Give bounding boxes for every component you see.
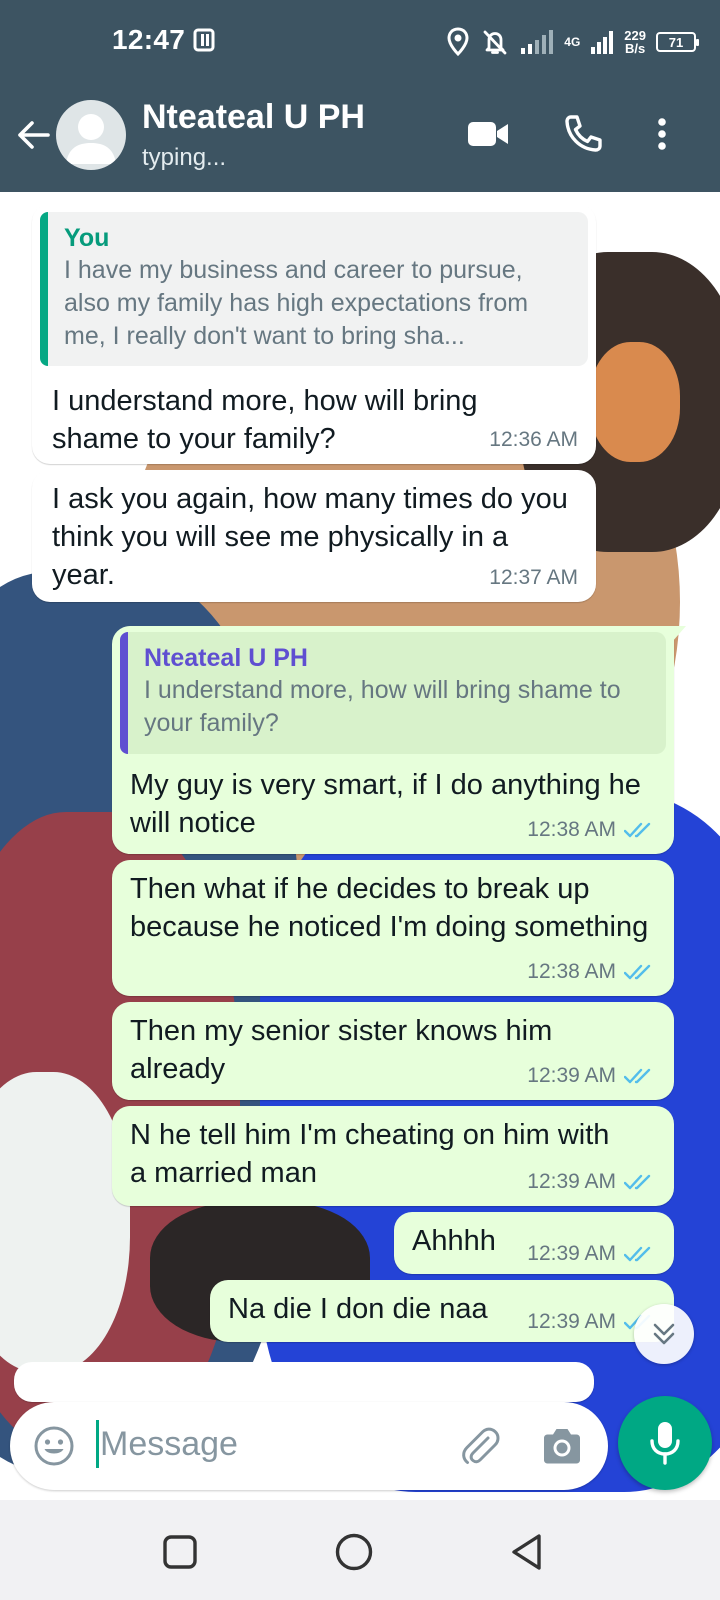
app-top-bar: 12:47 4G 229 B/s 71 Nteateal U PH typing… [0,0,720,192]
message-meta: 12:37 AM [489,566,578,590]
message-bubble-outgoing[interactable]: Na die I don die naa 12:39 AM [210,1280,674,1342]
speed-unit: B/s [625,41,646,56]
battery-icon: 71 [656,32,699,52]
signal-icon-2 [591,31,614,54]
message-bubble-outgoing[interactable]: N he tell him I'm cheating on him with a… [112,1106,674,1206]
message-meta: 12:39 AM [527,1170,656,1194]
message-time: 12:39 AM [527,1170,616,1193]
mic-icon [650,1422,680,1465]
message-bubble-outgoing[interactable]: Then my senior sister knows him already … [112,1002,674,1100]
contact-status: typing... [142,144,227,171]
voice-call-icon[interactable] [562,112,602,156]
network-label: 4G [564,35,581,49]
system-nav-bar [0,1500,720,1600]
status-bar: 12:47 4G 229 B/s 71 [0,0,720,84]
quote-text: I understand more, how will bring shame … [144,676,621,737]
message-text: Then what if he decides to break up beca… [130,873,649,943]
message-text: I understand more, how will bring shame … [52,385,478,455]
back-arrow-icon[interactable] [14,116,52,154]
composer-bar [0,1386,720,1500]
message-bubble-outgoing[interactable]: Ahhhh 12:39 AM [394,1212,674,1274]
message-text: Na die I don die naa [228,1293,488,1325]
location-icon [447,27,469,57]
message-bubble-incoming[interactable]: I ask you again, how many times do you t… [32,470,596,602]
nav-recents-icon[interactable] [158,1530,202,1574]
wallpaper-flower [590,342,680,462]
message-bubble-outgoing[interactable]: Nteateal U PH I understand more, how wil… [112,626,686,854]
status-icons: 4G 229 B/s 71 [446,22,699,62]
quote-text: I have my business and career to pursue,… [64,256,529,350]
wallpaper-light [0,1072,130,1372]
video-call-icon[interactable] [466,112,510,156]
contact-name[interactable]: Nteateal U PH [142,98,365,137]
message-meta: 12:39 AM [527,1242,656,1266]
message-time: 12:37 AM [489,566,578,589]
network-speed: 229 B/s [624,29,646,55]
battery-level: 71 [668,34,684,50]
read-receipt-icon [624,1068,651,1084]
message-text: Ahhhh [412,1225,496,1257]
nav-home-icon[interactable] [332,1530,376,1574]
chat-header: Nteateal U PH typing... [0,92,720,192]
nav-back-icon[interactable] [506,1530,550,1574]
avatar[interactable] [56,100,126,170]
camera-icon[interactable] [540,1426,584,1466]
chat-area[interactable]: You I have my business and career to pur… [0,192,720,1500]
message-bubble-incoming[interactable]: You I have my business and career to pur… [32,204,596,464]
signal-icon [521,30,554,54]
bell-off-icon [483,30,507,55]
quoted-message[interactable]: Nteateal U PH I understand more, how wil… [120,632,666,754]
emoji-icon[interactable] [32,1424,76,1468]
read-receipt-icon [624,1246,651,1262]
voice-message-button[interactable] [618,1396,712,1490]
message-meta: 12:38 AM [527,818,656,842]
quote-author: You [64,224,110,252]
message-time: 12:39 AM [527,1242,616,1265]
scroll-to-bottom-button[interactable] [634,1304,694,1364]
read-receipt-icon [624,1174,651,1190]
message-meta: 12:39 AM [527,1064,656,1088]
avatar-placeholder-icon [66,114,116,164]
message-bubble-outgoing[interactable]: Then what if he decides to break up beca… [112,860,674,996]
read-receipt-icon [624,822,651,838]
text-caret [96,1420,99,1468]
bubble-tail [672,626,686,642]
message-time: 12:38 AM [527,960,616,983]
quote-author: Nteateal U PH [144,644,308,672]
message-time: 12:38 AM [527,818,616,841]
message-input[interactable] [100,1414,430,1474]
more-options-icon[interactable] [650,112,674,156]
read-receipt-icon [624,964,651,980]
attach-icon[interactable] [458,1424,502,1468]
message-time: 12:36 AM [489,428,578,451]
sim-card-icon [193,28,215,52]
message-time: 12:39 AM [527,1310,616,1333]
quoted-message[interactable]: You I have my business and career to pur… [40,212,588,366]
network-type: 4G [564,36,580,48]
message-time: 12:39 AM [527,1064,616,1087]
message-meta: 12:36 AM [489,428,578,452]
message-composer[interactable] [10,1402,608,1490]
message-meta: 12:38 AM [527,960,656,984]
scroll-down-icon [653,1323,675,1345]
status-time: 12:47 [112,24,186,55]
